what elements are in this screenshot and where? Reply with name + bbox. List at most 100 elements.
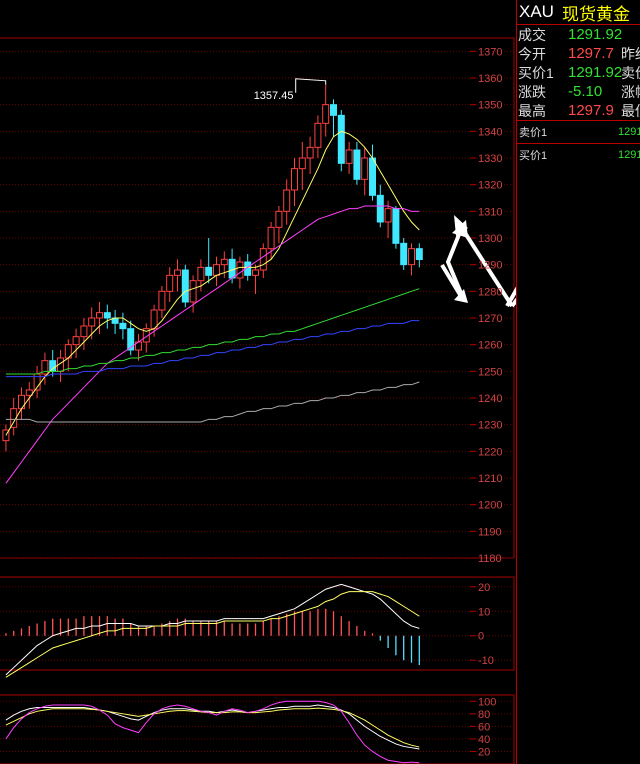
tick-label: 1360 bbox=[478, 73, 502, 85]
quote-tail-label: 卖价 bbox=[621, 64, 640, 81]
tick-label: 1330 bbox=[478, 153, 502, 165]
candle-body bbox=[306, 146, 314, 159]
candle-body bbox=[236, 261, 244, 279]
tick-label: 40 bbox=[478, 734, 490, 746]
order-book-sell[interactable]: 卖价1 1291 bbox=[517, 121, 640, 143]
candle-body bbox=[267, 226, 275, 250]
candle-body bbox=[228, 258, 236, 279]
quote-label: 成交 bbox=[518, 26, 546, 43]
kdj-line bbox=[5, 704, 420, 750]
candle-body bbox=[96, 312, 103, 319]
arrow-line bbox=[505, 286, 516, 308]
tick-label: 1370 bbox=[478, 46, 502, 58]
tick-label: 1300 bbox=[478, 233, 502, 245]
tick-label: 1240 bbox=[478, 393, 502, 405]
high-annotation: 1357.45 bbox=[254, 90, 294, 102]
candle-body bbox=[415, 248, 423, 261]
tick-label: 1200 bbox=[478, 500, 502, 512]
candle-body bbox=[119, 322, 127, 330]
candle-body bbox=[220, 258, 228, 266]
high-marker-line bbox=[295, 78, 327, 93]
moving-average-line bbox=[5, 381, 420, 423]
panel-border bbox=[0, 576, 515, 671]
candle-body bbox=[166, 274, 174, 292]
tick-label: 100 bbox=[478, 696, 496, 708]
candle-body bbox=[18, 394, 25, 410]
chart-area[interactable]: 1357.45 1180 1190 1200 1210 1220 1230 1240 1250… bbox=[0, 0, 516, 764]
tick-label: 60 bbox=[478, 721, 490, 733]
quote-label: 最高 bbox=[518, 102, 546, 119]
quote-sidebar: XAU 现货黄金 成交 1291.92 今开 1297.7 昨结 买价1 129… bbox=[516, 0, 640, 764]
panel-border bbox=[0, 37, 515, 559]
candle-body bbox=[205, 266, 213, 276]
grid-lines bbox=[0, 37, 515, 764]
quote-label: 今开 bbox=[518, 45, 546, 62]
quote-row-change: 涨跌 -5.10 涨幅 bbox=[517, 82, 640, 101]
candle-body bbox=[392, 208, 400, 244]
tick-label: 1270 bbox=[478, 313, 502, 325]
tick-label: -10 bbox=[478, 655, 494, 667]
candle-body bbox=[275, 210, 283, 228]
tick-label: 1280 bbox=[478, 286, 502, 298]
tick-label: 80 bbox=[478, 709, 490, 721]
candle-body bbox=[189, 280, 197, 303]
kdj-line bbox=[5, 700, 420, 764]
quote-value: 1297.9 bbox=[568, 102, 614, 119]
quote-row-open: 今开 1297.7 昨结 bbox=[517, 44, 640, 63]
price-panel: 1357.45 bbox=[2, 78, 423, 484]
candle-body bbox=[291, 168, 298, 191]
quote-row-last: 成交 1291.92 bbox=[517, 25, 640, 44]
candle-body bbox=[337, 114, 345, 164]
tick-label: 1260 bbox=[478, 340, 502, 352]
candle-body bbox=[330, 104, 337, 116]
quote-label: 买价1 bbox=[518, 64, 554, 81]
y-axis-labels: 1180 1190 1200 1210 1220 1230 1240 1250 1260 1270… bbox=[478, 46, 502, 758]
tick-label: 20 bbox=[478, 582, 490, 594]
candle-body bbox=[353, 149, 361, 180]
candle-body bbox=[158, 290, 166, 311]
tick-label: 1210 bbox=[478, 473, 502, 485]
candle-body bbox=[49, 360, 57, 372]
buy-label: 买价1 bbox=[519, 150, 548, 162]
sell-value: 1291 bbox=[618, 126, 640, 138]
candle-body bbox=[408, 248, 415, 266]
quote-value: 1297.7 bbox=[568, 45, 614, 62]
candle-body bbox=[384, 208, 392, 223]
quote-row-high: 最高 1297.9 最低 bbox=[517, 101, 640, 120]
quote-tail-label: 最低 bbox=[621, 102, 640, 119]
candle-body bbox=[314, 122, 322, 148]
quote-tail-label: 涨幅 bbox=[621, 83, 640, 100]
tick-label: 1230 bbox=[478, 420, 502, 432]
candle-body bbox=[298, 157, 306, 170]
candle-body bbox=[174, 269, 181, 276]
quote-row-bid: 买价1 1291.92 卖价 bbox=[517, 63, 640, 82]
tick-label: 1320 bbox=[478, 180, 502, 192]
buy-value: 1291 bbox=[618, 149, 640, 161]
tick-label: 1290 bbox=[478, 260, 502, 272]
candle-body bbox=[259, 248, 267, 271]
tick-label: 1310 bbox=[478, 206, 502, 218]
candle-body bbox=[283, 189, 291, 212]
candle-body bbox=[88, 317, 96, 327]
quote-value: -5.10 bbox=[568, 83, 603, 100]
candle-body bbox=[213, 264, 220, 276]
quote-tail-label: 昨结 bbox=[621, 45, 640, 62]
macd-panel bbox=[5, 583, 420, 678]
candle-body bbox=[376, 194, 384, 223]
tick-label: 1190 bbox=[478, 526, 502, 538]
candle-body bbox=[80, 325, 88, 338]
order-book-buy[interactable]: 买价1 1291 bbox=[517, 144, 640, 166]
tick-label: 0 bbox=[478, 631, 484, 643]
tick-label: 1340 bbox=[478, 126, 502, 138]
tick-label: 1220 bbox=[478, 446, 502, 458]
tick-label: 20 bbox=[478, 746, 490, 758]
candle-body bbox=[252, 269, 259, 276]
tick-label: 10 bbox=[478, 606, 490, 618]
candle-body bbox=[369, 157, 376, 196]
tick-label: 1250 bbox=[478, 366, 502, 378]
symbol-code: XAU bbox=[519, 2, 554, 21]
instrument-name: 现货黄金 bbox=[561, 4, 630, 24]
tick-label: 1180 bbox=[478, 553, 502, 565]
kdj-panel bbox=[5, 700, 420, 764]
candle-body bbox=[72, 336, 80, 346]
